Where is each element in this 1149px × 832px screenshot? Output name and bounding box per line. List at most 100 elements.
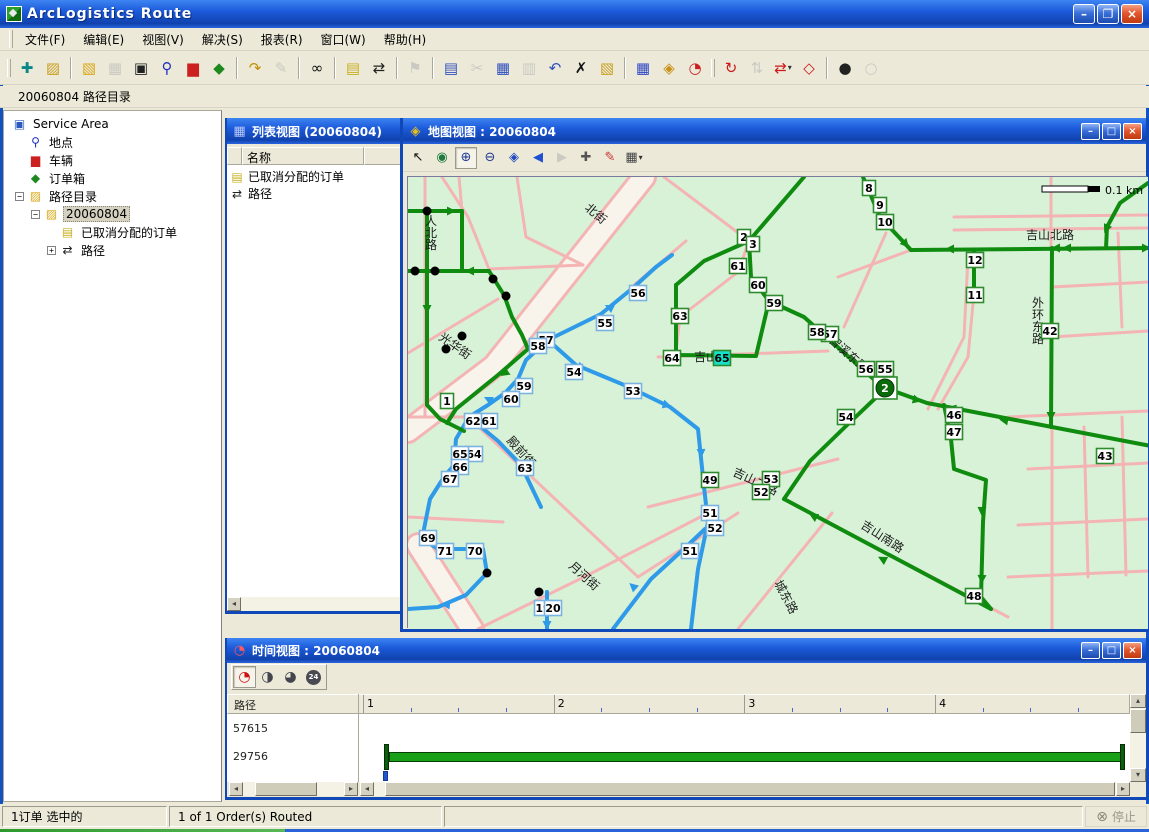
copy-button[interactable]: ▦ xyxy=(491,56,515,80)
time-view-titlebar[interactable]: ◔ 时间视图 : 20060804 – □ × xyxy=(227,638,1146,663)
map-close-button[interactable]: × xyxy=(1123,123,1142,140)
list-item-路径[interactable]: ⇄路径 xyxy=(227,185,405,202)
delete-button[interactable]: ✗ xyxy=(569,56,593,80)
back-button[interactable]: ◀ xyxy=(527,147,549,169)
column-divider[interactable] xyxy=(358,694,359,782)
paste-button[interactable]: ▥ xyxy=(517,56,541,80)
time-left-hscrollbar[interactable]: ◂ ▸ xyxy=(229,782,358,797)
route-gantt-bar[interactable] xyxy=(389,752,1121,762)
clock-hour-button[interactable]: ◕ xyxy=(279,666,302,688)
scroll-up-arrow[interactable]: ▴ xyxy=(1130,694,1146,708)
tree-item-locations[interactable]: ⚲地点 xyxy=(4,133,221,151)
reroute-button[interactable]: ◇ xyxy=(797,56,821,80)
clock-24-button[interactable]: 24 xyxy=(302,666,325,688)
scroll-left-arrow[interactable]: ◂ xyxy=(229,782,243,796)
time-hscrollbar[interactable]: ◂ ▸ xyxy=(360,782,1130,797)
undo-button[interactable]: ↶ xyxy=(543,56,567,80)
resequence-dropdown-icon[interactable]: ▾ xyxy=(788,63,792,72)
list-column-name[interactable]: 名称 xyxy=(242,147,364,165)
save-button[interactable]: ▣ xyxy=(129,56,153,80)
scroll-thumb[interactable] xyxy=(255,782,317,796)
select-button[interactable]: ↖ xyxy=(407,147,429,169)
time-minimize-button[interactable]: – xyxy=(1081,642,1100,659)
new-button[interactable]: ✚ xyxy=(15,56,39,80)
list-item-已取消分配的订单[interactable]: ▤已取消分配的订单 xyxy=(227,168,405,185)
route-bar-end-cap[interactable] xyxy=(1120,744,1125,770)
edit-button[interactable]: ✎ xyxy=(269,56,293,80)
close-button[interactable]: × xyxy=(1121,4,1143,24)
map-minimize-button[interactable]: – xyxy=(1081,123,1100,140)
route-arrange-button[interactable]: ⇄ xyxy=(367,56,391,80)
tree-item-vehicles[interactable]: ▆车辆 xyxy=(4,151,221,169)
tree-item-routes[interactable]: +⇄路径 xyxy=(4,241,221,259)
duplicate-button[interactable]: ▦ xyxy=(103,56,127,80)
menu-解决S[interactable]: 解决(S) xyxy=(193,31,252,49)
copy-to-button[interactable]: ▧ xyxy=(595,56,619,80)
vehicle-button[interactable]: ▆ xyxy=(181,56,205,80)
time-maximize-button[interactable]: □ xyxy=(1102,642,1121,659)
list-view-button[interactable]: ▦ xyxy=(631,56,655,80)
map-view-button[interactable]: ◈ xyxy=(657,56,681,80)
unlock-button[interactable]: ○ xyxy=(859,56,883,80)
toolbar-grip[interactable] xyxy=(711,59,715,77)
pan-button[interactable]: ✚ xyxy=(575,147,597,169)
title-bar[interactable]: ArcLogistics Route – ❐ × xyxy=(0,0,1149,28)
menu-报表R[interactable]: 报表(R) xyxy=(252,31,312,49)
scroll-right-arrow[interactable]: ▸ xyxy=(344,782,358,796)
map-view-titlebar[interactable]: ◈ 地图视图 : 20060804 – □ × xyxy=(403,118,1146,144)
menu-编辑E[interactable]: 编辑(E) xyxy=(74,31,133,49)
tree-item-route-folder[interactable]: −▨路径目录 xyxy=(4,187,221,205)
scroll-left-arrow[interactable]: ◂ xyxy=(360,782,374,796)
list-hscrollbar[interactable]: ◂ xyxy=(227,597,405,611)
print-button[interactable]: ▦▾ xyxy=(623,147,645,169)
unassign-orders-button[interactable]: ⇅ xyxy=(745,56,769,80)
route-row-29756[interactable]: 29756 xyxy=(233,750,268,763)
route-row-57615[interactable]: 57615 xyxy=(233,722,268,735)
map-maximize-button[interactable]: □ xyxy=(1102,123,1121,140)
clock-half-button[interactable]: ◑ xyxy=(256,666,279,688)
zoom-in-button[interactable]: ⊕ xyxy=(455,147,477,169)
collapse-toggle[interactable]: − xyxy=(15,192,24,201)
zoom-selected-button[interactable]: ◈ xyxy=(503,147,525,169)
assign-button[interactable]: ↷ xyxy=(243,56,267,80)
forward-button[interactable]: ▶ xyxy=(551,147,573,169)
scroll-left-arrow[interactable]: ◂ xyxy=(227,597,241,611)
open-button[interactable]: ▨ xyxy=(41,56,65,80)
scroll-thumb[interactable] xyxy=(1130,709,1146,733)
scroll-track[interactable] xyxy=(241,597,405,611)
lock-button[interactable]: ● xyxy=(833,56,857,80)
map-canvas[interactable]: 人北路北街光华街吉山北路外环东路智溪东路吉山路殿前街月河街吉山二路吉山南路城东路… xyxy=(407,176,1147,628)
properties-button[interactable]: ▤ xyxy=(439,56,463,80)
collapse-toggle[interactable]: − xyxy=(31,210,40,219)
menu-窗口W[interactable]: 窗口(W) xyxy=(312,31,375,49)
find-button[interactable]: ∞ xyxy=(305,56,329,80)
flag-button[interactable]: ⚑ xyxy=(403,56,427,80)
tree-item-unassigned-orders[interactable]: ▤已取消分配的订单 xyxy=(4,223,221,241)
globe-extent-button[interactable]: ◉ xyxy=(431,147,453,169)
tree-item-order-box[interactable]: ◆订单箱 xyxy=(4,169,221,187)
resequence-button[interactable]: ⇄▾ xyxy=(771,56,795,80)
scroll-thumb[interactable] xyxy=(385,782,1115,796)
toolbar-grip[interactable] xyxy=(7,59,11,77)
stop-button[interactable]: ⊗ 停止 xyxy=(1085,806,1147,827)
menu-视图V[interactable]: 视图(V) xyxy=(133,31,193,49)
time-vscrollbar[interactable]: ▴ ▾ xyxy=(1130,694,1146,782)
time-close-button[interactable]: × xyxy=(1123,642,1142,659)
notes-button[interactable]: ▤ xyxy=(341,56,365,80)
tree-item-route-20060804[interactable]: −▨20060804 xyxy=(4,205,221,223)
scroll-down-arrow[interactable]: ▾ xyxy=(1130,768,1146,782)
order-box-button[interactable]: ◆ xyxy=(207,56,231,80)
restore-button[interactable]: ❐ xyxy=(1097,4,1119,24)
clock-quarter-button[interactable]: ◔ xyxy=(233,666,256,688)
cut-button[interactable]: ✂ xyxy=(465,56,489,80)
expand-toggle[interactable]: + xyxy=(47,246,56,255)
tree-item-service-area[interactable]: ▣Service Area xyxy=(4,115,221,133)
time-view-button[interactable]: ◔ xyxy=(683,56,707,80)
minimize-button[interactable]: – xyxy=(1073,4,1095,24)
scroll-right-arrow[interactable]: ▸ xyxy=(1116,782,1130,796)
menu-文件F[interactable]: 文件(F) xyxy=(16,31,74,49)
zoom-out-button[interactable]: ⊖ xyxy=(479,147,501,169)
list-view-titlebar[interactable]: ▦ 列表视图 (20060804) xyxy=(227,118,405,144)
new-folder-button[interactable]: ▧ xyxy=(77,56,101,80)
menu-帮助H[interactable]: 帮助(H) xyxy=(375,31,435,49)
